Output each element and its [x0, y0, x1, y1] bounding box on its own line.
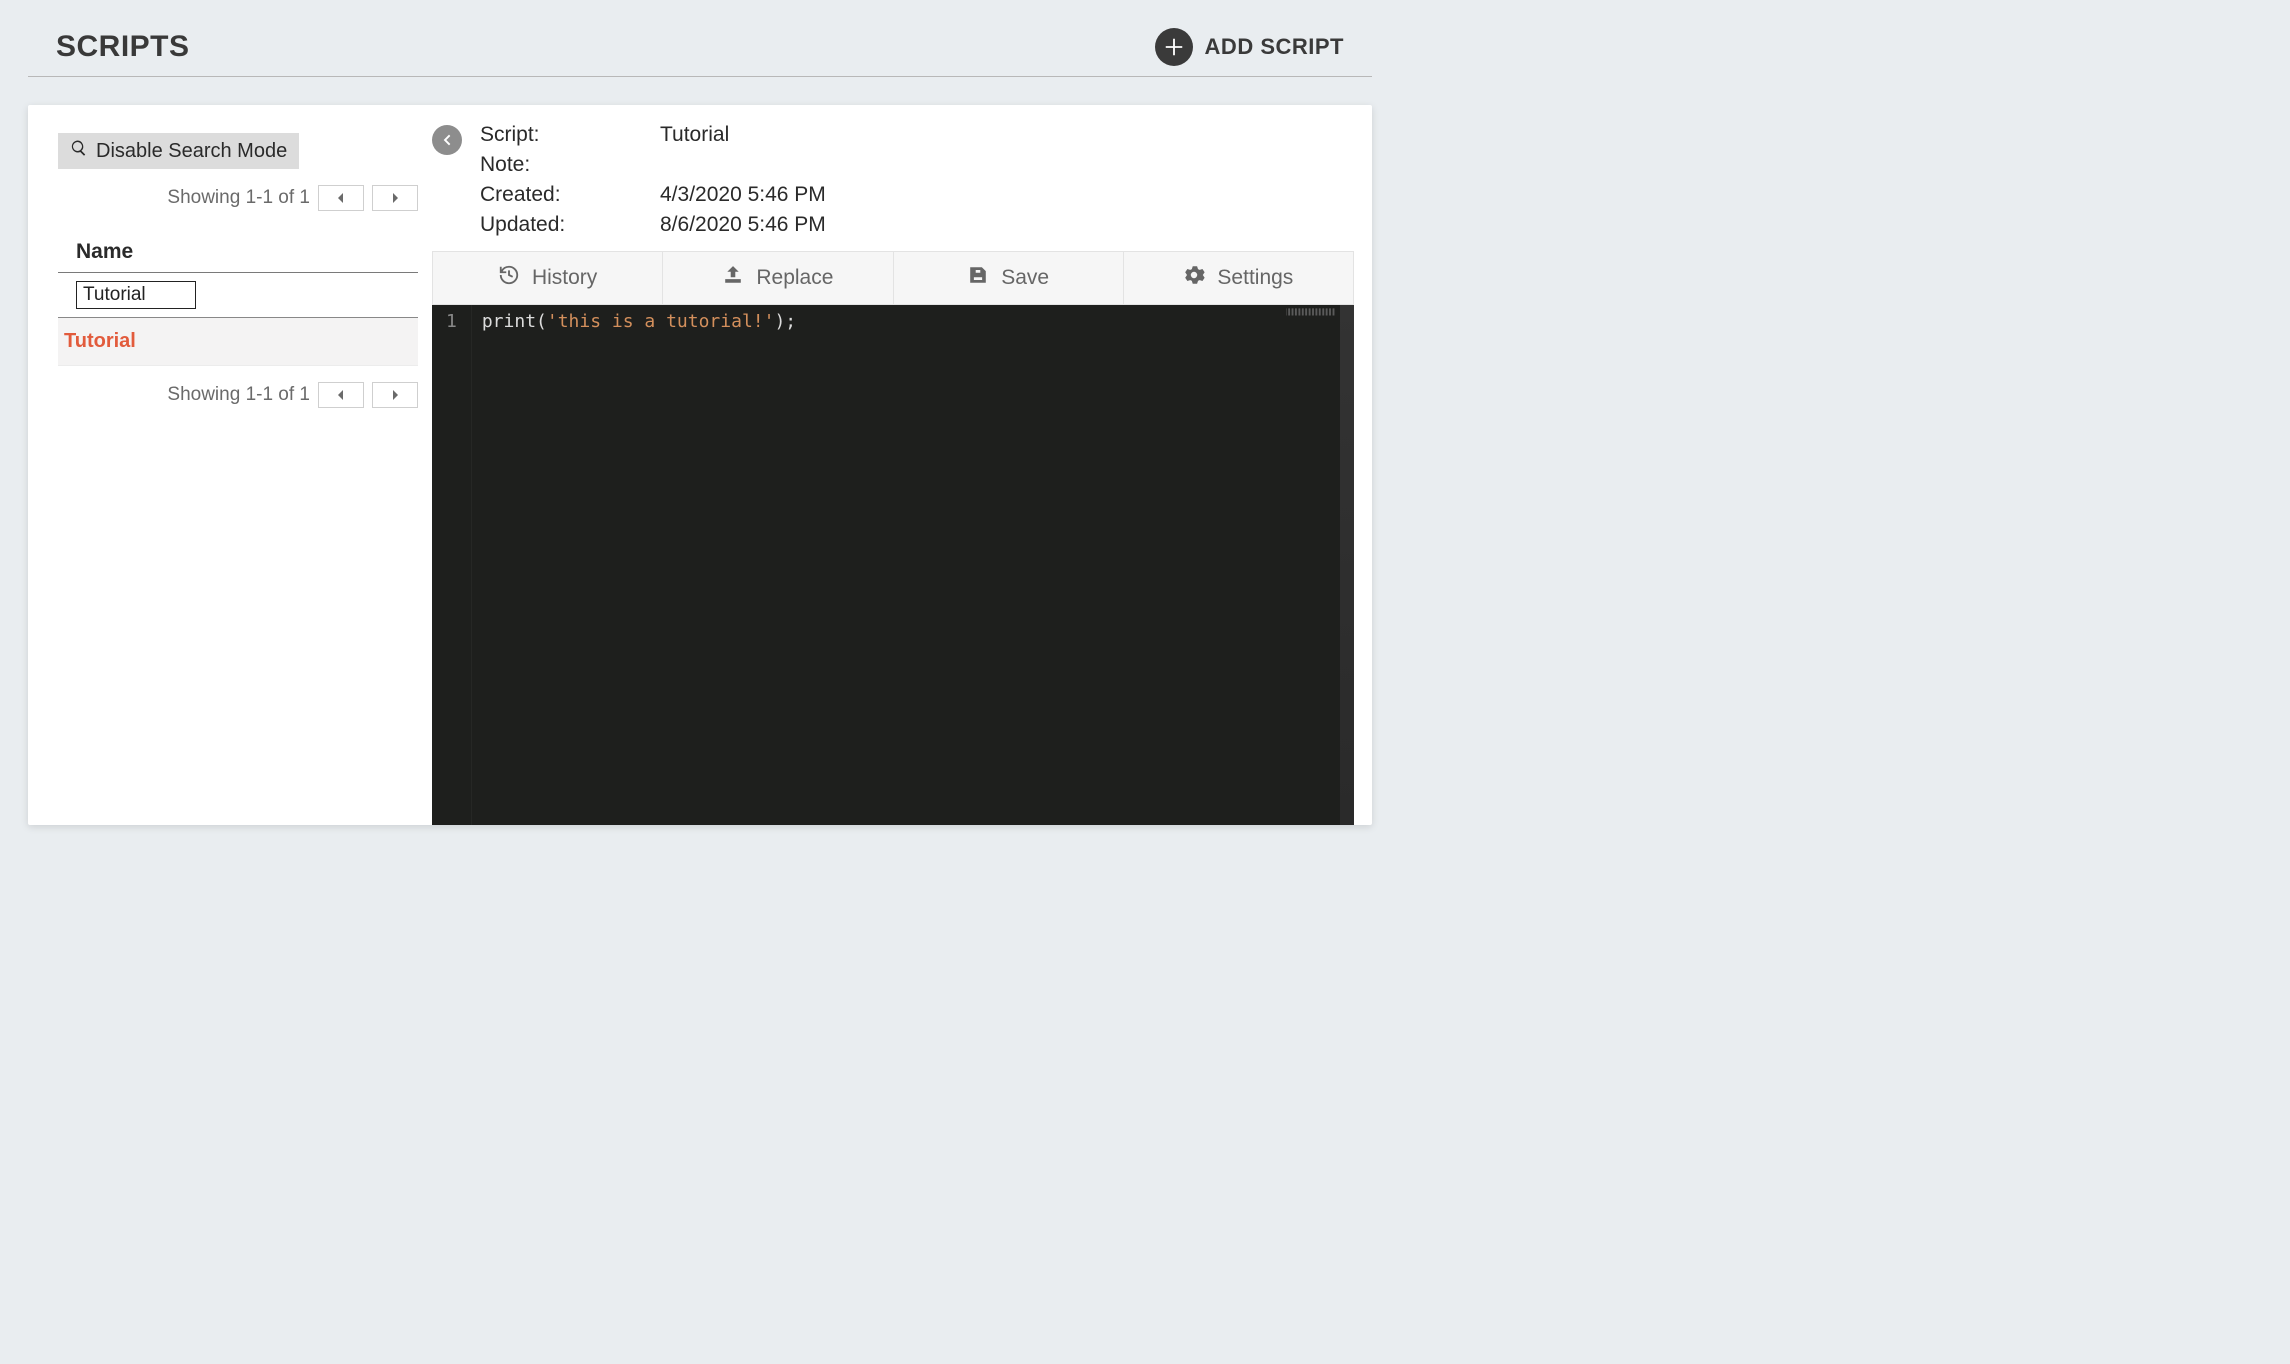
settings-label: Settings [1217, 266, 1293, 290]
save-button[interactable]: Save [894, 252, 1124, 304]
name-filter-input[interactable] [76, 281, 196, 309]
meta-label-script: Script: [480, 123, 660, 147]
replace-button[interactable]: Replace [663, 252, 893, 304]
chevron-right-icon [390, 390, 400, 400]
chevron-left-icon [336, 193, 346, 203]
search-icon [70, 139, 88, 163]
add-script-label: ADD SCRIPT [1205, 34, 1344, 60]
meta-label-note: Note: [480, 153, 660, 177]
column-header-name[interactable]: Name [58, 231, 418, 273]
history-icon [498, 264, 520, 292]
pager-next-button[interactable] [372, 185, 418, 211]
scripts-list-pane: Disable Search Mode Showing 1-1 of 1 Nam… [28, 123, 428, 825]
showing-text-bottom: Showing 1-1 of 1 [167, 384, 310, 406]
meta-value-note [660, 153, 826, 177]
script-detail-pane: Script: Tutorial Note: Created: 4/3/2020… [428, 123, 1372, 825]
disable-search-mode-label: Disable Search Mode [96, 140, 287, 163]
meta-label-created: Created: [480, 183, 660, 207]
meta-label-updated: Updated: [480, 213, 660, 237]
showing-text-top: Showing 1-1 of 1 [167, 187, 310, 209]
filter-row [58, 273, 418, 318]
meta-value-script: Tutorial [660, 123, 826, 147]
chevron-left-icon [439, 132, 455, 148]
code-line[interactable]: print('this is a tutorial!'); [472, 305, 806, 825]
add-script-button[interactable]: ADD SCRIPT [1155, 28, 1344, 66]
line-number: 1 [446, 311, 457, 332]
code-editor[interactable]: 1 print('this is a tutorial!'); │▌▌▌▌▌▌▌… [432, 305, 1354, 825]
disable-search-mode-button[interactable]: Disable Search Mode [58, 133, 299, 169]
pager-next-button-bottom[interactable] [372, 382, 418, 408]
meta-value-updated: 8/6/2020 5:46 PM [660, 213, 826, 237]
pager-prev-button-bottom[interactable] [318, 382, 364, 408]
settings-button[interactable]: Settings [1124, 252, 1353, 304]
pager-prev-button[interactable] [318, 185, 364, 211]
editor-gutter: 1 [432, 305, 472, 825]
back-button[interactable] [432, 125, 462, 155]
pager-top: Showing 1-1 of 1 [58, 185, 418, 211]
save-label: Save [1001, 266, 1049, 290]
chevron-right-icon [390, 193, 400, 203]
scripts-panel: Disable Search Mode Showing 1-1 of 1 Nam… [28, 105, 1372, 825]
plus-icon [1155, 28, 1193, 66]
history-label: History [532, 266, 597, 290]
upload-icon [722, 264, 744, 292]
script-meta: Script: Tutorial Note: Created: 4/3/2020… [432, 123, 1354, 251]
page-title: SCRIPTS [56, 30, 190, 64]
editor-toolbar: History Replace Save [432, 251, 1354, 305]
history-button[interactable]: History [433, 252, 663, 304]
chevron-left-icon [336, 390, 346, 400]
replace-label: Replace [756, 266, 833, 290]
gear-icon [1183, 264, 1205, 292]
pager-bottom: Showing 1-1 of 1 [58, 382, 418, 408]
save-icon [967, 264, 989, 292]
minimap: │▌▌▌▌▌▌▌▌▌▌▌▌▌▌ [1285, 309, 1336, 316]
page-header: SCRIPTS ADD SCRIPT [28, 0, 1372, 77]
meta-value-created: 4/3/2020 5:46 PM [660, 183, 826, 207]
list-item[interactable]: Tutorial [58, 318, 418, 366]
